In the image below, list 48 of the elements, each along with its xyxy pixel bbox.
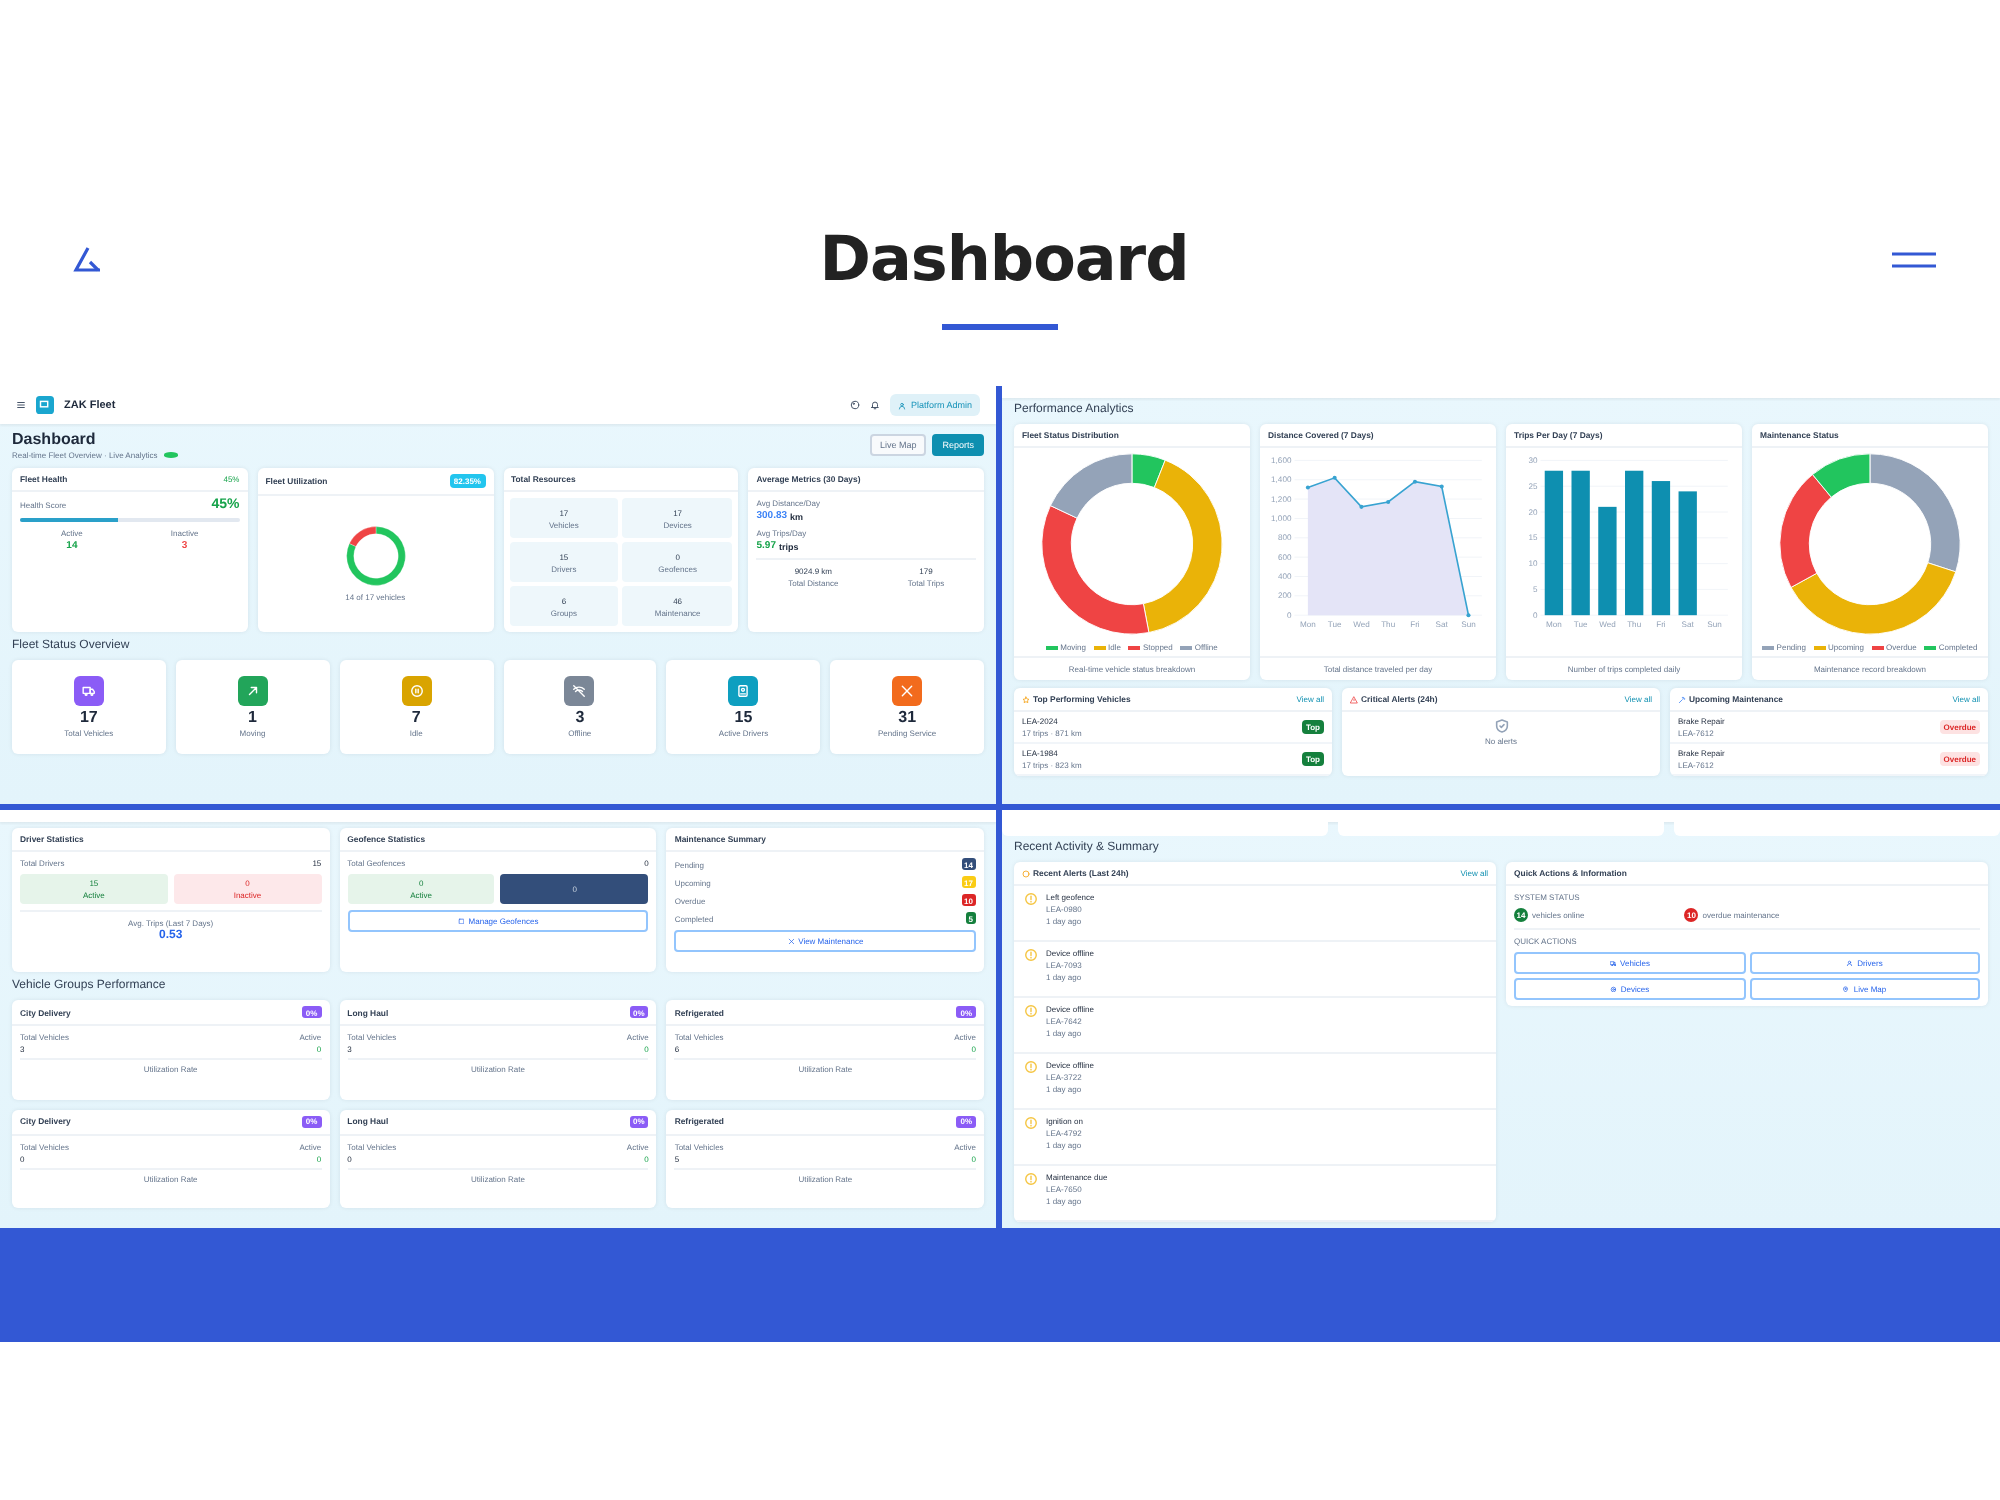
pause-icon: [409, 684, 424, 698]
user-icon: [1846, 959, 1854, 967]
logo-icon: [72, 246, 104, 274]
status-count: 1: [248, 708, 257, 726]
data-point: [1439, 484, 1444, 489]
arrow-icon: [245, 684, 260, 698]
truck-icon: [81, 684, 96, 698]
bar: [1678, 491, 1697, 616]
data-point: [1359, 504, 1364, 509]
data-point: [1332, 475, 1337, 480]
data-point: [1305, 485, 1310, 490]
truck-icon: [1609, 959, 1617, 967]
page-title: Dashboard: [819, 224, 1189, 296]
data-point: [1412, 479, 1417, 484]
bell-icon: [870, 400, 881, 410]
warning-icon: [1022, 869, 1030, 877]
alert-icon: [1024, 1004, 1038, 1018]
status-count: 17: [79, 708, 98, 726]
wifi-off-icon: [572, 684, 587, 698]
user-icon: [898, 401, 907, 409]
tools-icon: [787, 937, 795, 945]
warning-icon: [1350, 695, 1358, 703]
menu-icon: [16, 400, 26, 410]
shield-check-icon: [1493, 718, 1509, 734]
alert-icon: [1024, 948, 1038, 962]
star-icon: [1022, 695, 1030, 703]
alert-icon: [1024, 1116, 1038, 1130]
live-status-dot: [163, 452, 178, 458]
map-pin-icon: [1842, 985, 1850, 993]
bar: [1651, 481, 1671, 616]
data-point: [1386, 499, 1391, 505]
status-count: 31: [898, 708, 917, 726]
id-card-icon: [736, 684, 751, 698]
menu-icon[interactable]: [1892, 252, 1936, 268]
page-title: Dashboard: [12, 430, 98, 448]
status-count: 15: [734, 708, 753, 726]
tools-icon: [900, 684, 915, 698]
data-point: [1466, 613, 1471, 618]
logo-icon: [36, 396, 54, 414]
palette-icon: [850, 400, 861, 410]
alert-icon: [1024, 1172, 1038, 1186]
status-count: 7: [411, 708, 421, 726]
alert-icon: [1024, 892, 1038, 906]
settings-icon: [1609, 985, 1617, 993]
bar: [1598, 506, 1617, 616]
alert-icon: [1024, 1060, 1038, 1074]
wrench-icon: [1678, 695, 1686, 703]
status-count: 3: [575, 708, 585, 726]
